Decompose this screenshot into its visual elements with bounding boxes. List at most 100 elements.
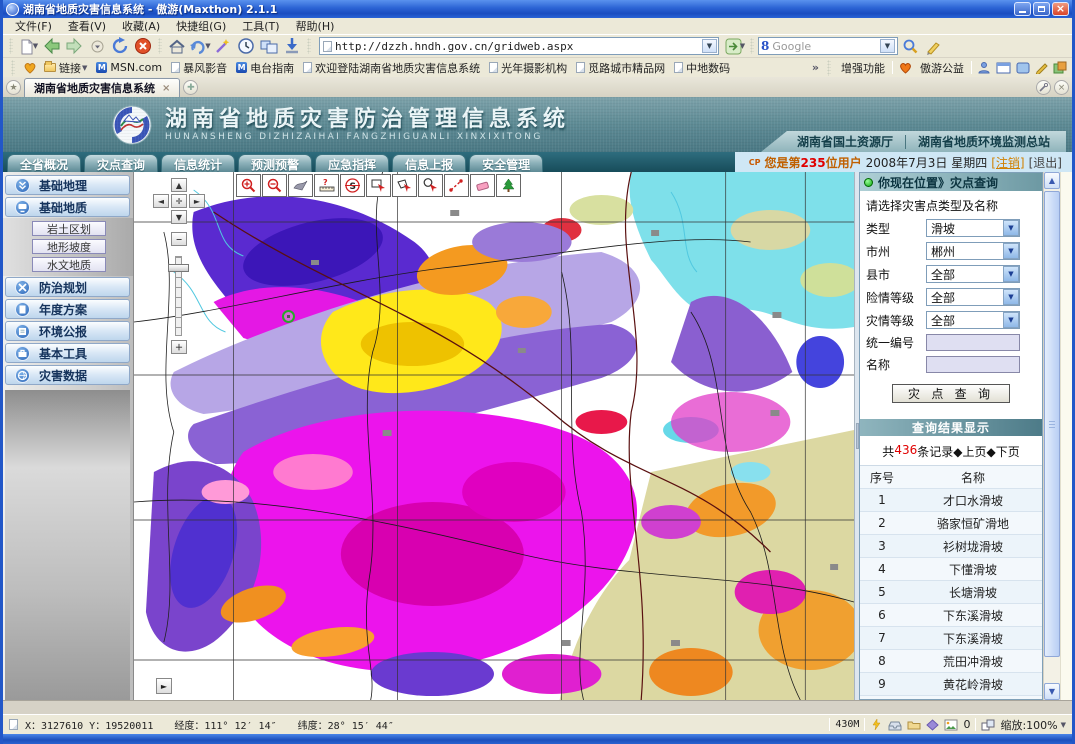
chevron-down-icon[interactable]: ▼	[1003, 289, 1019, 305]
sidebar-sub-terrain-slope[interactable]: 地形坡度	[32, 239, 106, 254]
nav-tab-statistics[interactable]: 信息统计	[161, 154, 235, 172]
sidebar-item-basic-tools[interactable]: 基本工具	[5, 343, 130, 363]
skin-icon[interactable]	[1053, 61, 1067, 74]
zoom-in-button[interactable]	[236, 174, 261, 197]
bookmark-item[interactable]: 觅路城市精品网	[574, 60, 667, 76]
next-page-link[interactable]: ◆下页	[986, 443, 1019, 460]
zoom-select-button[interactable]	[418, 174, 443, 197]
menu-favorites[interactable]: 收藏(A)	[115, 18, 167, 34]
resize-windows-icon[interactable]	[981, 719, 995, 731]
zoom-minus-button[interactable]: −	[171, 232, 187, 246]
nav-tab-disaster-query[interactable]: 灾点查询	[84, 154, 158, 172]
menu-view[interactable]: 查看(V)	[61, 18, 113, 34]
book-icon[interactable]	[926, 719, 939, 731]
tab-close-icon[interactable]: ×	[162, 83, 170, 94]
close-button[interactable]: ×	[1052, 2, 1069, 16]
bookmark-item[interactable]: 中地数码	[672, 60, 732, 76]
city-select[interactable]: 郴州▼	[926, 242, 1020, 260]
prev-page-link[interactable]: ◆上页	[953, 443, 986, 460]
zoom-level[interactable]: 缩放:100%	[1000, 717, 1057, 733]
chevron-down-icon[interactable]: ▼	[1003, 266, 1019, 282]
nav-tab-emergency[interactable]: 应急指挥	[315, 154, 389, 172]
link-geo-monitor-station[interactable]: 湖南省地质环境监测总站	[918, 133, 1050, 150]
sidebar-item-annual-plan[interactable]: 年度方案	[5, 299, 130, 319]
snap-button[interactable]	[258, 36, 280, 57]
bookmark-item[interactable]: 暴风影音	[169, 60, 229, 76]
favorites-star-button[interactable]: ★	[6, 80, 21, 95]
zoom-dropdown-arrow[interactable]: ▼	[1061, 721, 1066, 729]
scrollbar-thumb[interactable]	[1044, 191, 1060, 657]
result-row[interactable]: 5长塘滑坡	[860, 581, 1042, 604]
maxthon-charity-button[interactable]: 傲游公益	[918, 60, 966, 76]
url-input[interactable]	[335, 40, 699, 53]
user-icon[interactable]	[977, 61, 991, 74]
nav-tab-report[interactable]: 信息上报	[392, 154, 466, 172]
bookmark-msn[interactable]: MMSN.com	[94, 61, 164, 74]
nav-tab-overview[interactable]: 全省概况	[7, 154, 81, 172]
type-select[interactable]: 滑坡▼	[926, 219, 1020, 237]
quick-tools-button[interactable]	[1036, 80, 1051, 95]
history-dropdown-button[interactable]	[86, 36, 108, 57]
sidebar-item-env-report[interactable]: 环境公报	[5, 321, 130, 341]
close-tab-button[interactable]: ×	[1054, 80, 1069, 95]
folder-icon[interactable]	[907, 719, 921, 730]
new-tab-button[interactable]: ✚	[183, 80, 198, 95]
danger-level-select[interactable]: 全部▼	[926, 288, 1020, 306]
distance-measure-button[interactable]	[444, 174, 469, 197]
history-panel-button[interactable]	[235, 36, 257, 57]
nav-tab-forecast[interactable]: 预测预警	[238, 154, 312, 172]
nav-tab-security[interactable]: 安全管理	[469, 154, 543, 172]
bookmark-item[interactable]: M电台指南	[234, 60, 296, 76]
scroll-down-button[interactable]: ▼	[1044, 683, 1060, 700]
refresh-button[interactable]	[109, 36, 131, 57]
result-row[interactable]: 3衫树垅滑坡	[860, 535, 1042, 558]
sidebar-item-base-geology[interactable]: 基础地质	[5, 197, 130, 217]
inbox-tray-icon[interactable]	[888, 719, 902, 731]
menu-help[interactable]: 帮助(H)	[289, 18, 342, 34]
county-select[interactable]: 全部▼	[926, 265, 1020, 283]
pan-center-button[interactable]: ✛	[171, 194, 187, 208]
sidebar-item-prevention-plan[interactable]: 防治规划	[5, 277, 130, 297]
result-row[interactable]: 8荒田冲滑坡	[860, 650, 1042, 673]
logout-link[interactable]: [注销]	[991, 154, 1024, 171]
chevron-down-icon[interactable]: ▼	[1003, 220, 1019, 236]
link-land-resources[interactable]: 湖南省国土资源厅	[797, 133, 893, 150]
result-row[interactable]: 6下东溪滑坡	[860, 604, 1042, 627]
bookmark-links-folder[interactable]: 链接▼	[42, 60, 89, 76]
magic-fill-button[interactable]	[212, 36, 234, 57]
zoom-out-button[interactable]	[262, 174, 287, 197]
measure-query-button[interactable]: ?	[314, 174, 339, 197]
active-tab[interactable]: 湖南省地质灾害信息系统×	[24, 78, 180, 97]
go-button[interactable]: ▼	[724, 36, 746, 57]
pan-right-button[interactable]: ►	[189, 194, 205, 208]
bookmarks-overflow-button[interactable]: »	[812, 61, 819, 74]
exit-link[interactable]: [退出]	[1029, 154, 1062, 171]
search-button[interactable]	[899, 36, 921, 57]
result-row[interactable]: 2骆家恒矿滑地	[860, 512, 1042, 535]
result-row[interactable]: 1才口水滑坡	[860, 489, 1042, 512]
chevron-down-icon[interactable]: ▼	[1003, 243, 1019, 259]
eraser-button[interactable]	[470, 174, 495, 197]
lightning-icon[interactable]	[870, 718, 883, 731]
scale-button[interactable]: S	[340, 174, 365, 197]
bookmark-item[interactable]: 欢迎登陆湖南省地质灾害信息系统	[301, 60, 482, 76]
unified-code-input[interactable]	[926, 334, 1020, 351]
download-button[interactable]	[281, 36, 303, 57]
minimize-button[interactable]	[1014, 2, 1031, 16]
menu-groups[interactable]: 快捷组(G)	[169, 18, 233, 34]
sidebar-sub-rock-zoning[interactable]: 岩土区划	[32, 221, 106, 236]
zoom-slider-thumb[interactable]	[168, 264, 189, 272]
result-row[interactable]: 7下东溪滑坡	[860, 627, 1042, 650]
name-input[interactable]	[926, 356, 1020, 373]
disaster-level-select[interactable]: 全部▼	[926, 311, 1020, 329]
scrollbar-track[interactable]	[1044, 189, 1060, 683]
menu-tools[interactable]: 工具(T)	[235, 18, 286, 34]
map-pan-east-button[interactable]: ►	[156, 678, 172, 694]
note-icon[interactable]	[1016, 62, 1030, 74]
search-engine-label[interactable]: Google	[772, 40, 877, 53]
new-page-button[interactable]: ▼	[17, 36, 39, 57]
page-scrollbar[interactable]: ▲ ▼	[1043, 172, 1060, 700]
sidebar-item-disaster-data[interactable]: 灾害数据	[5, 365, 130, 385]
back-button[interactable]	[40, 36, 62, 57]
full-extent-button[interactable]	[288, 174, 313, 197]
